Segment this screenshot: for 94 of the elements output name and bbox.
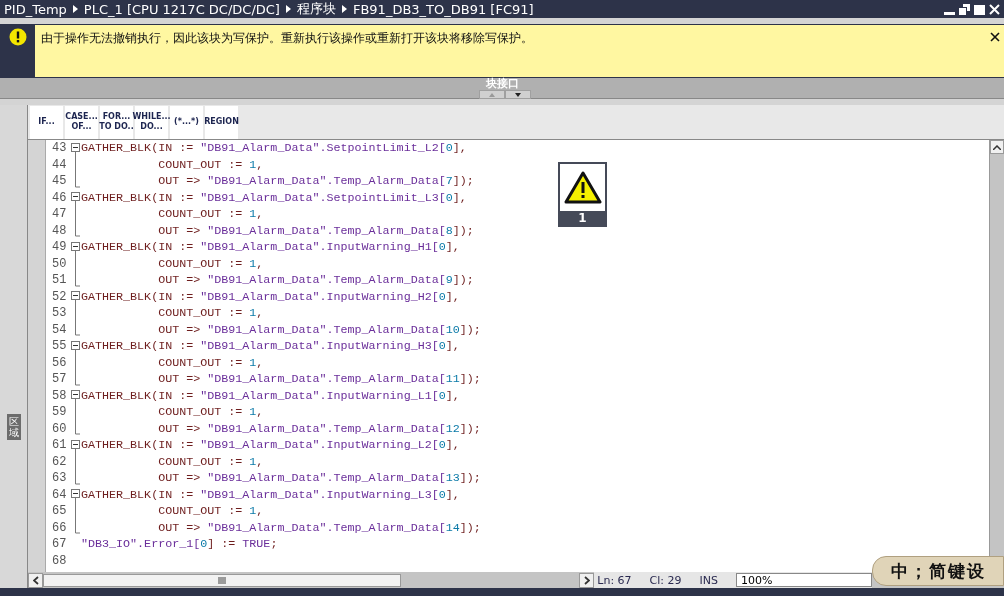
- scroll-right-button[interactable]: [579, 572, 595, 588]
- collapse-down-button[interactable]: [505, 90, 531, 99]
- code-line: GATHER_BLK(IN := "DB91_Alarm_Data".InputWarning_L2[0],: [81, 438, 460, 453]
- line-indicator: Ln: 67: [596, 573, 633, 587]
- fold-toggle-icon[interactable]: [70, 387, 81, 405]
- line-number: 44: [51, 157, 68, 172]
- code-line: GATHER_BLK(IN := "DB91_Alarm_Data".InputWarning_L1[0],: [81, 388, 460, 403]
- line-number: 58: [51, 388, 68, 403]
- code-line: OUT => "DB91_Alarm_Data".Temp_Alarm_Data[9]);: [157, 273, 474, 288]
- caret-icon: [341, 5, 347, 13]
- line-number: 49: [51, 240, 68, 255]
- exclamation-icon: [8, 28, 27, 46]
- line-number: 50: [51, 256, 68, 271]
- scroll-left-button[interactable]: [28, 572, 43, 588]
- code-line: OUT => "DB91_Alarm_Data".Temp_Alarm_Data[8]);: [157, 223, 474, 238]
- line-number: 59: [51, 405, 68, 420]
- line-number: 51: [51, 273, 68, 288]
- maximize-icon[interactable]: [974, 3, 985, 15]
- code-line: COUNT_OUT := 1,: [157, 355, 264, 370]
- line-number: 52: [51, 289, 68, 304]
- restore-icon[interactable]: [959, 3, 970, 15]
- down-arrow-icon: [515, 92, 521, 97]
- code-line: GATHER_BLK(IN := "DB91_Alarm_Data".InputWarning_H1[0],: [81, 240, 460, 255]
- code-line: GATHER_BLK(IN := "DB91_Alarm_Data".InputWarning_H2[0],: [81, 289, 460, 304]
- column-indicator: Cl: 29: [649, 573, 683, 587]
- toolbar-button[interactable]: FOR... TO DO..: [100, 105, 133, 139]
- line-number: 55: [51, 339, 68, 354]
- code-line: OUT => "DB91_Alarm_Data".Temp_Alarm_Data[11]);: [157, 372, 481, 387]
- code-line: COUNT_OUT := 1,: [157, 256, 264, 271]
- chevron-left-icon: [32, 575, 39, 585]
- line-number: 57: [51, 372, 68, 387]
- ime-toolbar[interactable]: 中；简键设: [872, 556, 1004, 586]
- line-number: 46: [51, 190, 68, 205]
- warning-badge[interactable]: 1: [558, 162, 607, 227]
- fold-toggle-icon[interactable]: [70, 288, 81, 306]
- close-icon[interactable]: [990, 32, 1000, 42]
- code-line: COUNT_OUT := 1,: [157, 454, 264, 469]
- breadcrumb-item[interactable]: FB91_DB3_TO_DB91 [FC91]: [352, 1, 534, 17]
- scroll-up-button[interactable]: [990, 140, 1004, 154]
- line-number: 67: [51, 537, 68, 552]
- up-arrow-icon: [489, 92, 495, 97]
- code-line: COUNT_OUT := 1,: [157, 157, 264, 172]
- code-line: OUT => "DB91_Alarm_Data".Temp_Alarm_Data[10]);: [157, 322, 481, 337]
- mode-indicator: INS: [699, 573, 719, 587]
- info-message: 由于操作无法撤销执行，因此该块为写保护。重新执行该操作或重新打开该块将移除写保护。: [40, 30, 534, 47]
- line-number: 64: [51, 487, 68, 502]
- line-number: 62: [51, 454, 68, 469]
- scroll-thumb[interactable]: [43, 573, 401, 587]
- side-tab[interactable]: 区域: [6, 413, 21, 440]
- caret-icon: [72, 5, 78, 13]
- code-line: "DB3_IO".Error_1[0] := TRUE;: [81, 537, 278, 552]
- grip-icon: [218, 576, 226, 584]
- line-number: 63: [51, 471, 68, 486]
- fold-toggle-icon[interactable]: [70, 189, 81, 207]
- code-line: OUT => "DB91_Alarm_Data".Temp_Alarm_Data[12]);: [157, 421, 481, 436]
- line-number: 66: [51, 520, 68, 535]
- warning-count: 1: [578, 211, 587, 225]
- code-line: GATHER_BLK(IN := "DB91_Alarm_Data".SetpointLimit_L3[0],: [81, 190, 467, 205]
- code-line: COUNT_OUT := 1,: [157, 405, 264, 420]
- code-line: GATHER_BLK(IN := "DB91_Alarm_Data".InputWarning_H3[0],: [81, 339, 460, 354]
- code-line: OUT => "DB91_Alarm_Data".Temp_Alarm_Data[14]);: [157, 520, 481, 535]
- line-number: 54: [51, 322, 68, 337]
- toolbar-button[interactable]: IF...: [30, 105, 63, 139]
- warning-icon: [563, 170, 602, 205]
- fold-toggle-icon[interactable]: [70, 140, 81, 157]
- line-number: 53: [51, 306, 68, 321]
- toolbar-button[interactable]: (*...*): [170, 105, 203, 139]
- line-number: 56: [51, 355, 68, 370]
- line-number: 68: [51, 553, 68, 568]
- toolbar-button[interactable]: CASE... OF...: [65, 105, 98, 139]
- toolbar-button[interactable]: REGION: [205, 105, 238, 139]
- line-number: 48: [51, 223, 68, 238]
- code-line: GATHER_BLK(IN := "DB91_Alarm_Data".InputWarning_L3[0],: [81, 487, 460, 502]
- line-number: 61: [51, 438, 68, 453]
- panel-title: 块接口: [485, 78, 519, 90]
- line-number: 43: [51, 141, 68, 156]
- zoom-field[interactable]: 100%: [736, 573, 872, 587]
- chevron-right-icon: [583, 575, 590, 585]
- code-line: COUNT_OUT := 1,: [157, 504, 264, 519]
- caret-icon: [285, 5, 291, 13]
- code-line: OUT => "DB91_Alarm_Data".Temp_Alarm_Data[13]);: [157, 471, 481, 486]
- code-line: COUNT_OUT := 1,: [157, 306, 264, 321]
- code-line: GATHER_BLK(IN := "DB91_Alarm_Data".SetpointLimit_L2[0],: [81, 141, 467, 156]
- chevron-up-icon: [993, 144, 1001, 150]
- line-number: 65: [51, 504, 68, 519]
- line-number: 45: [51, 174, 68, 189]
- breadcrumb-item[interactable]: PID_Temp: [4, 1, 67, 17]
- fold-toggle-icon[interactable]: [70, 486, 81, 504]
- breadcrumb-item[interactable]: PLC_1 [CPU 1217C DC/DC/DC]: [83, 1, 280, 17]
- line-number: 47: [51, 207, 68, 222]
- code-line: COUNT_OUT := 1,: [157, 207, 264, 222]
- line-number: 60: [51, 421, 68, 436]
- code-line: OUT => "DB91_Alarm_Data".Temp_Alarm_Data[7]);: [157, 174, 474, 189]
- breadcrumb-item[interactable]: 程序块: [296, 0, 336, 18]
